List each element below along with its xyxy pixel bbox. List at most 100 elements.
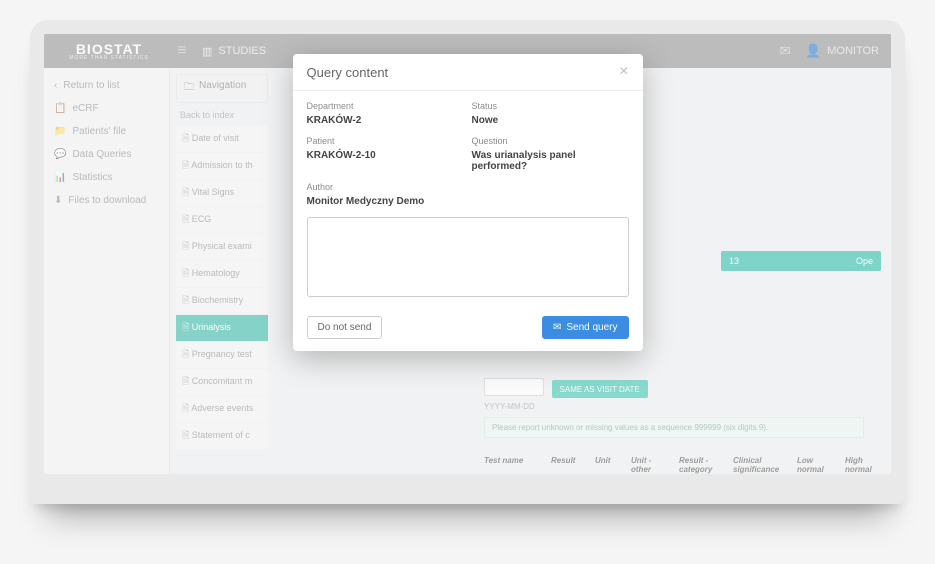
nav-return[interactable]: ‹ Return to list bbox=[44, 74, 169, 97]
navigation-header[interactable]: 🗀 Navigation bbox=[176, 74, 268, 103]
mail-icon[interactable]: ✉ bbox=[771, 43, 799, 59]
nav-stats[interactable]: 📊 Statistics bbox=[44, 166, 169, 189]
tree-item[interactable]: 🗎 Adverse events bbox=[176, 396, 268, 423]
tree-item[interactable]: 🗎 Concomitant m bbox=[176, 369, 268, 396]
page-icon: 🗎 bbox=[182, 403, 191, 413]
studies-label: STUDIES bbox=[218, 45, 266, 57]
back-to-index[interactable]: Back to index bbox=[176, 103, 268, 124]
tree-item-label: Statement of c bbox=[192, 430, 250, 440]
close-icon[interactable]: × bbox=[619, 64, 628, 80]
th-high: High normal bbox=[845, 456, 881, 474]
question-label: Question bbox=[472, 136, 629, 146]
note-bar: Please report unknown or missing values … bbox=[484, 417, 864, 438]
page-icon: 🗎 bbox=[182, 430, 192, 440]
tree-item-label: Concomitant m bbox=[192, 376, 253, 386]
patient-label: Patient bbox=[307, 136, 464, 146]
tree-item-label: Biochemistry bbox=[192, 295, 244, 305]
question-value: Was urianalysis panel performed? bbox=[472, 150, 629, 172]
hamburger-icon[interactable]: ≡ bbox=[168, 42, 196, 60]
send-label: Send query bbox=[566, 322, 617, 333]
date-input[interactable] bbox=[484, 378, 544, 396]
navigation-label: Navigation bbox=[199, 80, 246, 97]
page-icon: 🗎 bbox=[182, 322, 192, 332]
mail-send-icon: ✉ bbox=[553, 322, 561, 333]
clipboard-icon: 📋 bbox=[54, 103, 66, 114]
query-textarea[interactable] bbox=[307, 217, 629, 297]
tree-item[interactable]: 🗎 Urinalysis bbox=[176, 315, 268, 342]
tree-item[interactable]: 🗎 Biochemistry bbox=[176, 288, 268, 315]
form-tree: 🗎 Date of visit🗎 Admission to th🗎 Vital … bbox=[176, 126, 268, 450]
studies-breadcrumb[interactable]: ▥ STUDIES bbox=[196, 45, 266, 58]
th-result: Result bbox=[551, 456, 583, 474]
tree-item[interactable]: 🗎 Vital Signs bbox=[176, 180, 268, 207]
logo: BIOSTAT MORE THAN STATISTICS bbox=[50, 41, 168, 61]
nav-return-label: Return to list bbox=[63, 80, 119, 91]
chart-icon: 📊 bbox=[54, 172, 66, 183]
page-icon: 🗎 bbox=[182, 268, 192, 278]
tree-item-label: Pregnancy test bbox=[192, 349, 252, 359]
cards-icon: ▥ bbox=[202, 45, 212, 58]
department-value: KRAKÓW-2 bbox=[307, 115, 464, 126]
th-testname: Test name bbox=[484, 456, 539, 474]
monitor-label[interactable]: MONITOR bbox=[827, 45, 885, 57]
secondary-nav: 🗀 Navigation Back to index 🗎 Date of vis… bbox=[170, 68, 274, 474]
tree-item[interactable]: 🗎 Hematology bbox=[176, 261, 268, 288]
do-not-send-button[interactable]: Do not send bbox=[307, 316, 383, 339]
user-icon[interactable]: 👤 bbox=[799, 43, 827, 59]
tree-item-label: Vital Signs bbox=[192, 187, 234, 197]
nav-queries[interactable]: 💬 Data Queries bbox=[44, 143, 169, 166]
patient-value: KRAKÓW-2-10 bbox=[307, 150, 464, 172]
nav-files-label: Files to download bbox=[68, 195, 146, 206]
status-left: 13 bbox=[729, 256, 739, 266]
download-icon: ⬇ bbox=[54, 195, 62, 206]
query-modal: Query content × Department Status KRAKÓW… bbox=[293, 54, 643, 351]
folder-open-icon: 🗀 bbox=[184, 80, 194, 97]
status-value: Nowe bbox=[472, 115, 629, 126]
nav-patients[interactable]: 📁 Patients' file bbox=[44, 120, 169, 143]
modal-title: Query content bbox=[307, 65, 389, 80]
page-icon: 🗎 bbox=[182, 349, 192, 359]
logo-subtext: MORE THAN STATISTICS bbox=[69, 55, 148, 61]
page-icon: 🗎 bbox=[182, 187, 192, 197]
th-unit: Unit bbox=[595, 456, 619, 474]
chevron-left-icon: ‹ bbox=[54, 80, 57, 91]
same-as-visit-button[interactable]: SAME AS VISIT DATE bbox=[552, 380, 648, 398]
nav-ecrf[interactable]: 📋 eCRF bbox=[44, 97, 169, 120]
folder-icon: 📁 bbox=[54, 126, 66, 137]
page-icon: 🗎 bbox=[182, 214, 192, 224]
nav-patients-label: Patients' file bbox=[72, 126, 126, 137]
th-clinical: Clinical significance bbox=[733, 456, 785, 474]
th-unit-other: Unit - other bbox=[631, 456, 667, 474]
tree-item[interactable]: 🗎 Pregnancy test bbox=[176, 342, 268, 369]
department-label: Department bbox=[307, 101, 464, 111]
tree-item[interactable]: 🗎 Physical exami bbox=[176, 234, 268, 261]
page-icon: 🗎 bbox=[182, 241, 192, 251]
th-low: Low normal bbox=[797, 456, 833, 474]
tree-item-label: Admission to th bbox=[191, 160, 253, 170]
nav-ecrf-label: eCRF bbox=[72, 103, 98, 114]
tree-item[interactable]: 🗎 Admission to th bbox=[176, 153, 268, 180]
author-label: Author bbox=[307, 182, 629, 192]
tree-item-label: Adverse events bbox=[191, 403, 253, 413]
tree-item-label: Physical exami bbox=[192, 241, 252, 251]
tree-item-label: Hematology bbox=[192, 268, 240, 278]
comment-icon: 💬 bbox=[54, 149, 66, 160]
status-right: Ope bbox=[856, 256, 873, 266]
page-icon: 🗎 bbox=[182, 133, 192, 143]
tree-item[interactable]: 🗎 Date of visit bbox=[176, 126, 268, 153]
author-value: Monitor Medyczny Demo bbox=[307, 196, 629, 207]
th-result-cat: Result - category bbox=[679, 456, 721, 474]
nav-files[interactable]: ⬇ Files to download bbox=[44, 189, 169, 212]
date-format-hint: YYYY-MM-DD bbox=[484, 402, 884, 411]
tree-item-label: Urinalysis bbox=[192, 322, 231, 332]
status-label: Status bbox=[472, 101, 629, 111]
tree-item-label: Date of visit bbox=[192, 133, 239, 143]
page-icon: 🗎 bbox=[182, 295, 192, 305]
table-head: Test name Result Unit Unit - other Resul… bbox=[484, 456, 884, 474]
send-query-button[interactable]: ✉ Send query bbox=[542, 316, 629, 339]
nav-queries-label: Data Queries bbox=[72, 149, 131, 160]
tree-item-label: ECG bbox=[192, 214, 212, 224]
tree-item[interactable]: 🗎 ECG bbox=[176, 207, 268, 234]
tree-item[interactable]: 🗎 Statement of c bbox=[176, 423, 268, 450]
status-bar[interactable]: 13 Ope bbox=[721, 251, 881, 271]
